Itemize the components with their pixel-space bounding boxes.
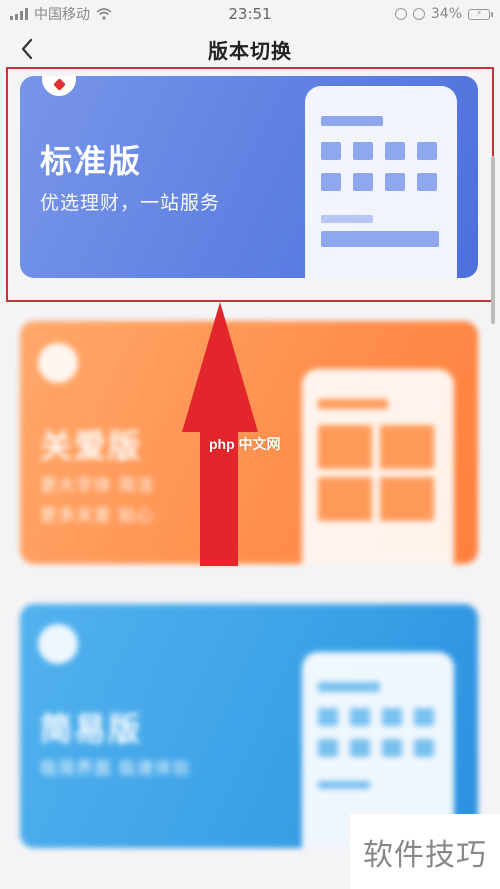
nav-bar: 版本切换 bbox=[0, 28, 500, 70]
signal-icon bbox=[10, 8, 28, 20]
back-button[interactable] bbox=[12, 34, 42, 64]
card-badge-icon bbox=[38, 343, 78, 383]
standard-version-card[interactable]: 标准版 优选理财，一站服务 bbox=[20, 76, 478, 278]
card-subtitle: 更大字体 简洁 更多关爱 贴心 bbox=[40, 471, 154, 531]
scrollbar-thumb[interactable] bbox=[491, 156, 495, 324]
carrier-label: 中国移动 bbox=[34, 7, 90, 23]
chevron-left-icon bbox=[21, 38, 33, 60]
card-subtitle: 优选理财，一站服务 bbox=[40, 192, 221, 214]
battery-icon: ⚡ bbox=[468, 8, 493, 20]
selected-badge-icon bbox=[42, 76, 76, 96]
simple-version-card[interactable]: 简易版 极简界面 极速体验 bbox=[20, 604, 478, 848]
card-badge-icon bbox=[38, 624, 78, 664]
card-title: 关爱版 bbox=[40, 427, 143, 465]
watermark-center: php 中文网 bbox=[209, 436, 281, 452]
status-bar: 中国移动 23:51 34% ⚡ bbox=[0, 0, 500, 28]
phone-illustration bbox=[305, 86, 457, 278]
status-bar-right: 34% ⚡ bbox=[394, 6, 493, 22]
phone-illustration bbox=[302, 369, 454, 564]
card-title: 标准版 bbox=[40, 142, 143, 180]
card-title: 简易版 bbox=[40, 710, 143, 748]
card-subtitle-line: 更多关爱 贴心 bbox=[40, 506, 155, 526]
wifi-icon bbox=[96, 8, 112, 20]
card-subtitle: 极简界面 极速体验 bbox=[40, 759, 191, 779]
battery-percent: 34% bbox=[430, 6, 462, 22]
card-subtitle-line: 更大字体 简洁 bbox=[40, 476, 155, 496]
alarm-icon bbox=[412, 8, 425, 20]
watermark-corner: 软件技巧 bbox=[350, 814, 500, 889]
page-title: 版本切换 bbox=[208, 38, 292, 63]
status-bar-left: 中国移动 bbox=[10, 4, 112, 24]
rotation-lock-icon bbox=[394, 8, 407, 20]
